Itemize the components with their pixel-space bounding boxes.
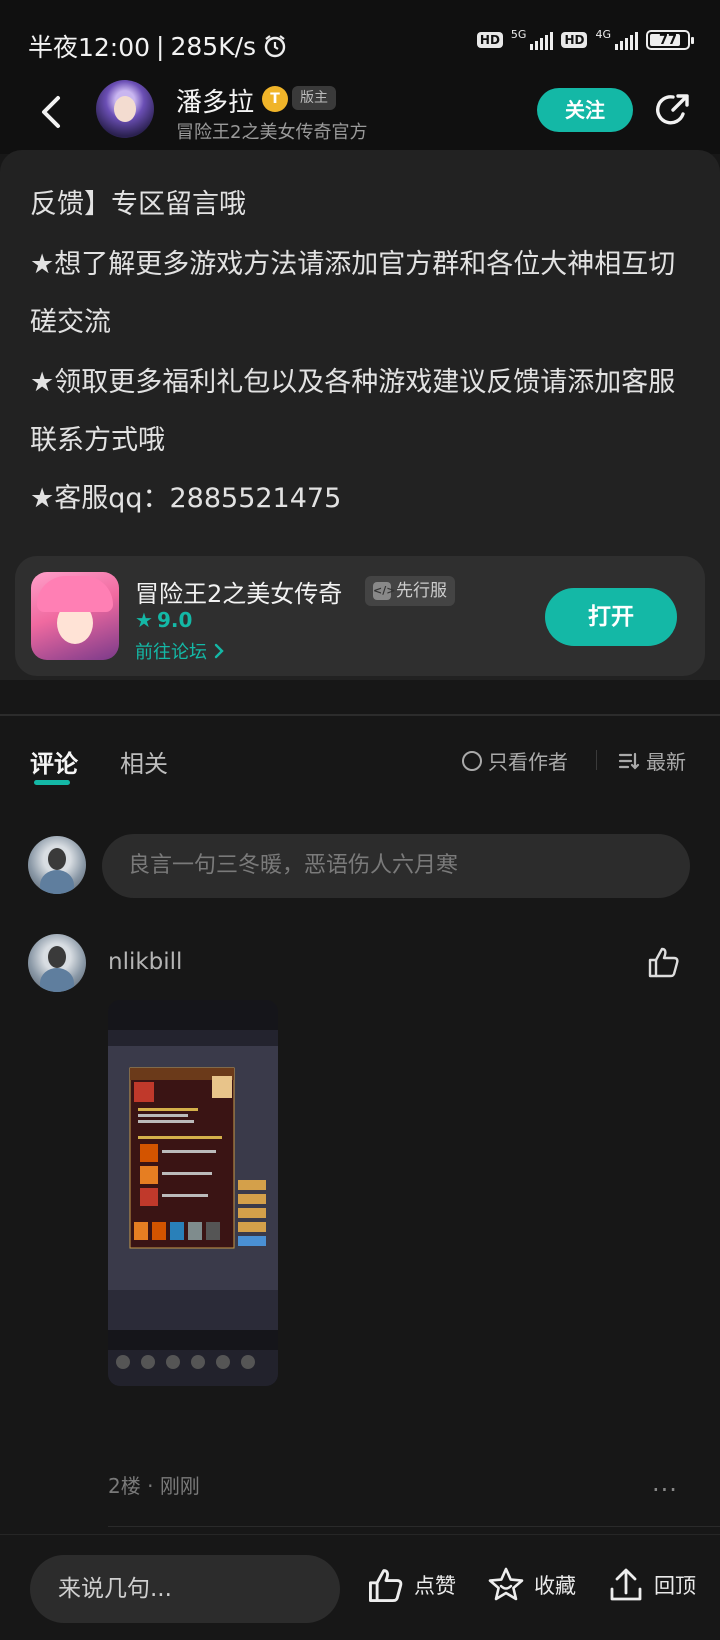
commenter-name[interactable]: nlikbill <box>108 949 182 975</box>
filter-separator <box>596 750 597 770</box>
game-icon[interactable] <box>31 572 119 660</box>
back-to-top-label[interactable]: 回顶 <box>654 1570 696 1600</box>
author-avatar[interactable] <box>96 80 154 138</box>
signal-icon <box>530 30 554 50</box>
status-left: 半夜12:00 | 285K/s <box>28 28 288 64</box>
sort-icon <box>618 752 640 770</box>
hd-badge-2: HD <box>561 32 588 48</box>
more-icon[interactable]: ··· <box>652 1476 678 1504</box>
hd-badge: HD <box>476 32 503 48</box>
chevron-right-icon <box>214 643 224 659</box>
back-icon[interactable] <box>34 92 70 132</box>
arrow-up-icon <box>610 1568 642 1601</box>
comment-meta: 2楼 · 刚刚 <box>108 1474 200 1498</box>
thumbs-up-icon <box>369 1569 403 1602</box>
post-header: 潘多拉 T 版主 冒险王2之美女传奇官方 关注 <box>0 74 720 154</box>
forum-link-label[interactable]: 前往论坛 <box>135 638 207 664</box>
status-time: 半夜12:00 <box>28 33 151 62</box>
my-avatar <box>28 836 86 894</box>
paragraph-4: ★客服qq：2885521475 <box>30 483 342 514</box>
alarm-icon <box>264 35 286 58</box>
follow-button[interactable]: 关注 <box>537 88 633 132</box>
network-speed: 285K/s <box>170 31 257 61</box>
role-badge: 版主 <box>292 86 336 110</box>
game-card[interactable]: 冒险王2之美女传奇 </> 先行服 ★ 9.0 前往论坛 打开 <box>15 556 705 676</box>
tab-comments-label[interactable]: 评论 <box>30 750 78 778</box>
game-name: 冒险王2之美女传奇 <box>135 580 343 608</box>
star-icon: ★ <box>135 608 153 632</box>
thumbs-up-icon[interactable] <box>646 944 682 980</box>
network-type-label-2: 4G <box>595 27 611 41</box>
battery-level: 77 <box>658 32 678 48</box>
floor-number: 2楼 <box>108 1474 141 1498</box>
radio-icon[interactable] <box>462 750 482 771</box>
game-screenshot-thumbnail <box>108 1000 278 1386</box>
comment-input[interactable]: 良言一句三冬暖，恶语伤人六月寒 <box>102 834 690 898</box>
network-type-label: 5G <box>510 27 527 41</box>
paragraph-1: 反馈】专区留言哦 <box>30 189 246 220</box>
favorite-label[interactable]: 收藏 <box>534 1570 576 1600</box>
reply-input[interactable]: 来说几句... <box>30 1555 340 1623</box>
paragraph-3: ★领取更多福利礼包以及各种游戏建议反馈请添加客服联系方式哦 <box>30 367 676 456</box>
share-icon[interactable] <box>653 90 693 130</box>
code-icon: </> <box>373 582 395 600</box>
comment-time: 刚刚 <box>159 1474 200 1498</box>
author-only-filter[interactable]: 只看作者 <box>462 746 568 775</box>
author-name[interactable]: 潘多拉 <box>176 82 254 119</box>
favorite-button[interactable]: 收藏 <box>486 1565 576 1605</box>
forum-link[interactable]: 前往论坛 <box>135 638 225 664</box>
tab-underline <box>34 780 70 785</box>
server-badge: </> 先行服 <box>365 576 455 606</box>
status-right: HD 5G HD 4G 77 <box>476 27 694 50</box>
tab-comments[interactable]: 评论 <box>30 744 78 785</box>
section-divider <box>0 714 720 716</box>
signal-icon-2 <box>615 30 638 50</box>
battery-icon: 77 <box>646 30 694 50</box>
rating-value: 9.0 <box>156 608 193 632</box>
commenter-avatar[interactable] <box>28 934 86 992</box>
like-button[interactable]: 点赞 <box>366 1565 456 1605</box>
author-only-label[interactable]: 只看作者 <box>488 746 568 775</box>
comment-divider <box>108 1526 720 1527</box>
author-subtitle: 冒险王2之美女传奇官方 <box>176 122 368 143</box>
star-icon <box>488 1567 524 1601</box>
server-badge-label: 先行服 <box>396 581 447 601</box>
bottom-action-bar: 来说几句... 点赞 收藏 回顶 <box>0 1534 720 1640</box>
open-game-button[interactable]: 打开 <box>545 588 677 646</box>
game-rating: ★ 9.0 <box>135 608 192 632</box>
level-badge: T <box>262 86 288 112</box>
sort-label[interactable]: 最新 <box>646 746 686 775</box>
comment-image[interactable] <box>108 1000 278 1386</box>
paragraph-2: ★想了解更多游戏方法请添加官方群和各位大神相互切磋交流 <box>30 249 676 338</box>
sort-button[interactable]: 最新 <box>618 746 686 775</box>
status-bar: 半夜12:00 | 285K/s HD 5G HD 4G 77 <box>0 0 720 84</box>
back-to-top-button[interactable]: 回顶 <box>606 1565 696 1605</box>
like-label[interactable]: 点赞 <box>414 1570 456 1600</box>
tab-related[interactable]: 相关 <box>120 744 168 779</box>
